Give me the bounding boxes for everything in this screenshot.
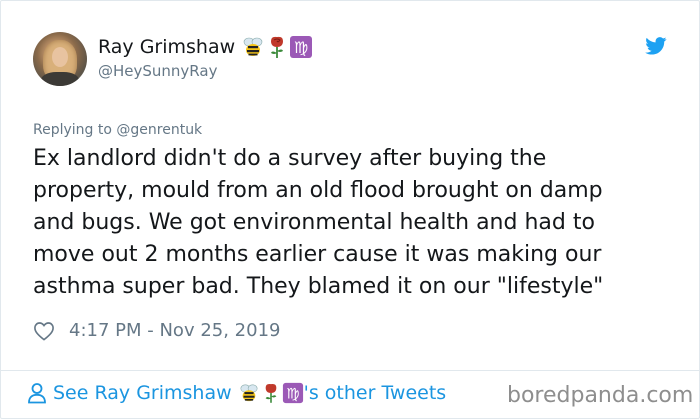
tweet-meta: 4:17 PM - Nov 25, 2019	[33, 320, 280, 341]
twitter-bird-icon[interactable]	[645, 37, 667, 55]
tweet-text: Ex landlord didn't do a survey after buy…	[33, 146, 604, 299]
svg-text:♍: ♍	[286, 386, 299, 403]
bee-emoji	[243, 37, 263, 56]
footer-divider	[1, 370, 699, 371]
see-other-tweets-suffix[interactable]: 's other Tweets	[304, 382, 447, 404]
replying-to-handle[interactable]: @genrentuk	[116, 122, 202, 138]
heart-outline-icon[interactable]	[33, 321, 55, 341]
avatar[interactable]	[33, 32, 87, 86]
tweet-card: Ray Grimshaw ♍ @HeySunnyRay Replying to …	[0, 0, 700, 419]
rose-emoji	[265, 383, 276, 403]
author-name-row[interactable]: Ray Grimshaw ♍	[98, 35, 313, 59]
rose-emoji	[271, 36, 284, 58]
see-other-tweets-link[interactable]: See Ray Grimshaw ♍ 's other Tweets	[27, 382, 446, 404]
replying-to-prefix: Replying to	[33, 122, 117, 138]
bee-emoji	[240, 384, 258, 402]
boredpanda-watermark: boredpanda.com	[507, 383, 694, 408]
replying-to: Replying to @genrentuk	[33, 122, 202, 138]
virgo-emoji: ♍	[282, 382, 303, 404]
virgo-emoji: ♍	[290, 36, 313, 58]
author-name[interactable]: Ray Grimshaw	[98, 36, 235, 58]
tweet-timestamp[interactable]: 4:17 PM - Nov 25, 2019	[69, 320, 280, 341]
person-icon	[28, 383, 46, 404]
footer-emojis: ♍	[238, 382, 304, 404]
see-other-tweets-prefix[interactable]: See Ray Grimshaw	[53, 382, 232, 404]
svg-text:♍: ♍	[294, 38, 308, 57]
author-handle[interactable]: @HeySunnyRay	[98, 62, 217, 80]
author-emojis: ♍	[241, 35, 313, 59]
